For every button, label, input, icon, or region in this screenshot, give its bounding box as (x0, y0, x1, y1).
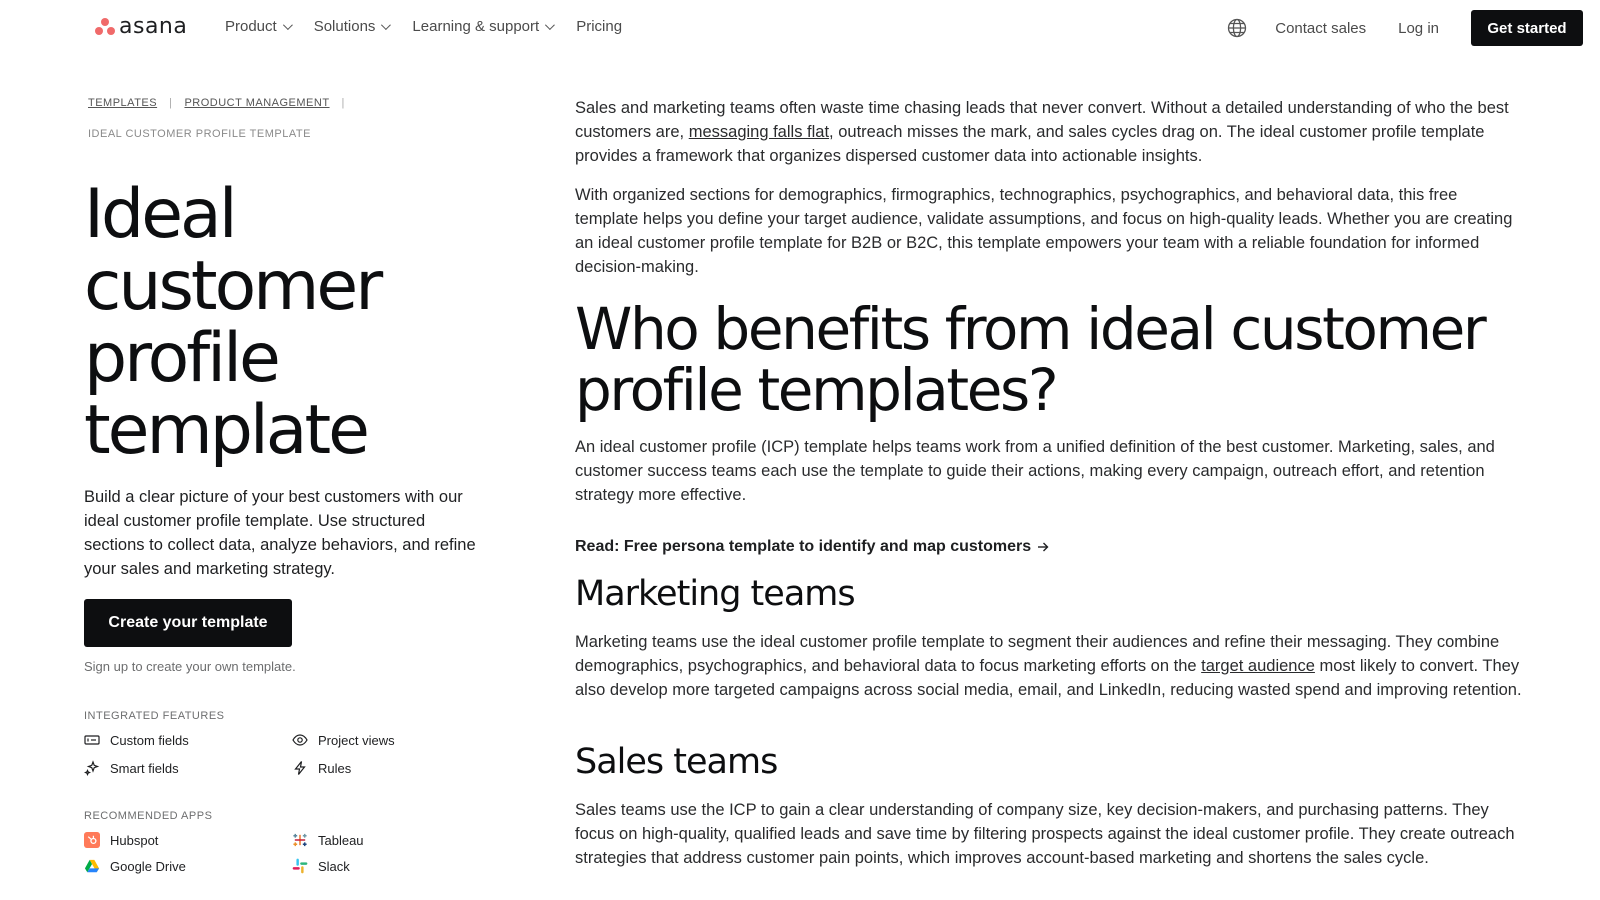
nav-solutions-label: Solutions (313, 18, 376, 35)
get-started-button[interactable]: Get started (1471, 10, 1583, 46)
integrated-features-list: Custom fields Project views Smart fields… (84, 732, 504, 776)
sales-teams-paragraph: Sales teams use the ICP to gain a clear … (575, 801, 1515, 867)
recommended-apps-label: RECOMMENDED APPS (84, 810, 213, 822)
nav-learning-label: Learning & support (412, 18, 540, 35)
feature-label: Project views (318, 732, 395, 748)
feature-smart-fields[interactable]: Smart fields (84, 760, 292, 776)
custom-fields-icon (84, 735, 100, 745)
chevron-down-icon (381, 20, 392, 31)
app-hubspot[interactable]: Hubspot (84, 832, 292, 848)
asana-logo[interactable]: asana (95, 16, 187, 38)
who-benefits-heading: Who benefits from ideal customer profile… (575, 295, 1487, 424)
app-slack[interactable]: Slack (292, 858, 492, 874)
breadcrumb-current: IDEAL CUSTOMER PROFILE TEMPLATE (88, 128, 311, 140)
intro-paragraph-2: With organized sections for demographics… (575, 186, 1513, 276)
breadcrumb-templates[interactable]: TEMPLATES (88, 96, 157, 110)
messaging-falls-flat-link[interactable]: messaging falls flat (689, 123, 829, 141)
log-in-link[interactable]: Log in (1398, 20, 1439, 37)
chevron-down-icon (282, 20, 293, 31)
app-label: Hubspot (110, 832, 159, 848)
app-label: Google Drive (110, 858, 186, 874)
asana-logo-icon (95, 18, 115, 36)
nav-pricing[interactable]: Pricing (576, 18, 622, 35)
feature-project-views[interactable]: Project views (292, 732, 492, 748)
nav-product[interactable]: Product (225, 18, 293, 35)
title-line: profile (84, 319, 281, 398)
breadcrumb-separator: | (169, 97, 173, 109)
who-benefits-paragraph: An ideal customer profile (ICP) template… (575, 438, 1495, 504)
feature-rules[interactable]: Rules (292, 760, 492, 776)
main-menu: Product Solutions Learning & support Pri… (225, 18, 622, 35)
nav-actions: Contact sales Log in Get started (1227, 10, 1583, 46)
recommended-apps-list: Hubspot Tableau Google Drive Slack (84, 832, 504, 874)
globe-icon[interactable] (1227, 18, 1247, 38)
breadcrumb-product-management[interactable]: PRODUCT MANAGEMENT (184, 96, 329, 110)
app-label: Slack (318, 858, 350, 874)
nav-solutions[interactable]: Solutions (313, 18, 392, 35)
contact-sales-link[interactable]: Contact sales (1275, 20, 1366, 37)
feature-custom-fields[interactable]: Custom fields (84, 732, 292, 748)
breadcrumb: TEMPLATES | PRODUCT MANAGEMENT | IDEAL C… (84, 96, 504, 141)
sparkle-icon (84, 760, 100, 776)
nav-pricing-label: Pricing (576, 18, 623, 35)
marketing-teams-paragraph: Marketing teams use the ideal customer p… (575, 630, 1525, 702)
create-template-button[interactable]: Create your template (84, 599, 292, 647)
logo-text: asana (119, 14, 188, 39)
page-title: Ideal customer profile template (84, 179, 504, 467)
google-drive-icon (84, 859, 100, 873)
breadcrumb-separator: | (341, 97, 345, 109)
slack-icon (292, 858, 308, 874)
feature-label: Smart fields (110, 760, 179, 776)
main-content: Sales and marketing teams often waste ti… (575, 96, 1525, 870)
app-google-drive[interactable]: Google Drive (84, 858, 292, 874)
nav-learning-support[interactable]: Learning & support (412, 18, 556, 35)
feature-label: Rules (318, 760, 352, 776)
integrated-features-label: INTEGRATED FEATURES (84, 710, 225, 722)
app-tableau[interactable]: Tableau (292, 832, 492, 848)
hubspot-icon (84, 832, 100, 848)
nav-product-label: Product (225, 18, 277, 35)
hero-description: Build a clear picture of your best custo… (84, 488, 476, 578)
target-audience-link[interactable]: target audience (1201, 657, 1315, 675)
lightning-icon (294, 761, 306, 775)
sales-teams-heading: Sales teams (575, 742, 778, 782)
intro-paragraph-1: Sales and marketing teams often waste ti… (575, 96, 1525, 168)
signup-note: Sign up to create your own template. (84, 659, 296, 674)
template-sidebar: TEMPLATES | PRODUCT MANAGEMENT | IDEAL C… (84, 96, 504, 874)
top-nav: asana Product Solutions Learning & suppo… (0, 0, 1600, 56)
app-label: Tableau (318, 832, 364, 848)
title-line: customer (84, 247, 383, 326)
tableau-icon (293, 833, 307, 847)
title-line: Ideal (84, 175, 238, 254)
arrow-right-icon (1038, 542, 1049, 552)
read-link-label: Read: Free persona template to identify … (575, 538, 1032, 555)
chevron-down-icon (545, 20, 556, 31)
persona-template-link[interactable]: Read: Free persona template to identify … (575, 538, 1525, 556)
feature-label: Custom fields (110, 732, 189, 748)
title-line: template (84, 391, 370, 470)
marketing-teams-heading: Marketing teams (575, 574, 856, 614)
eye-icon (292, 734, 308, 746)
